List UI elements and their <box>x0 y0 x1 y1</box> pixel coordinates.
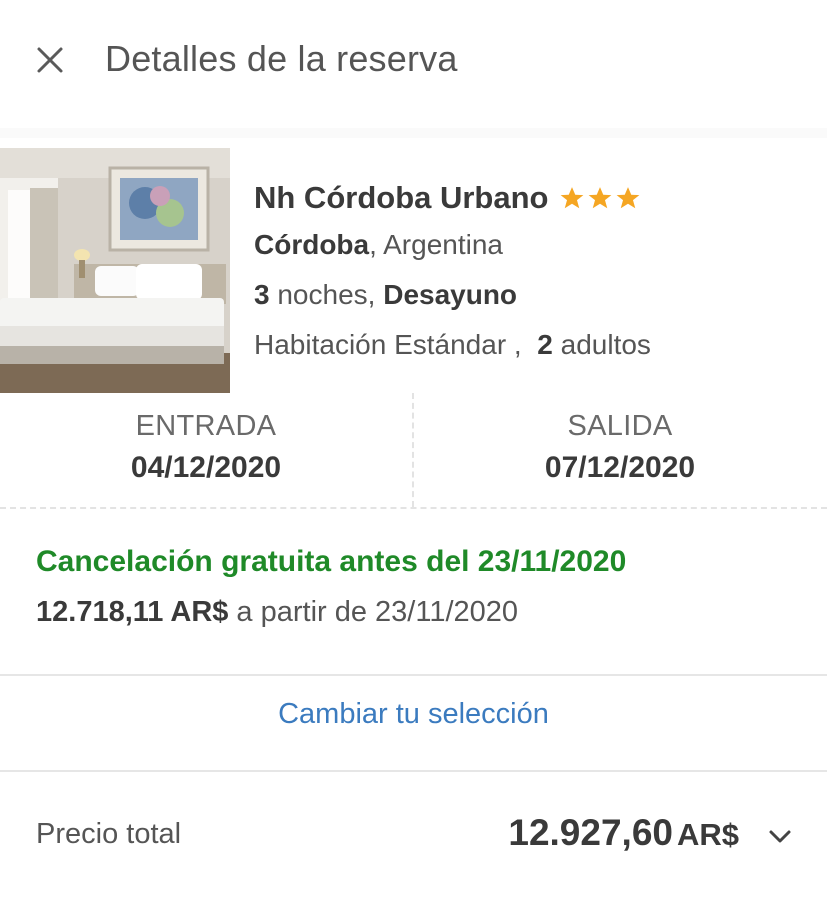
board-type: Desayuno <box>383 279 518 310</box>
stay-dates: ENTRADA 04/12/2020 SALIDA 07/12/2020 <box>0 393 827 509</box>
adults-label: adultos <box>560 329 651 360</box>
room-type: Habitación Estándar , <box>254 329 522 360</box>
hotel-name-row: Nh Córdoba Urbano <box>254 176 814 220</box>
total-price: 12.927,60 AR$ <box>508 812 739 854</box>
hotel-info: Nh Córdoba Urbano Córdoba, Argentina 3 n… <box>254 176 814 370</box>
checkout-label: SALIDA <box>567 410 673 442</box>
cancellation-policy: Cancelación gratuita antes del 23/11/202… <box>36 545 816 637</box>
page-title: Detalles de la reserva <box>105 38 458 79</box>
cancellation-fee: 12.718,11 AR$ a partir de 23/11/2020 <box>36 587 816 637</box>
nights-count: 3 <box>254 279 270 310</box>
header-divider <box>0 128 827 138</box>
close-icon <box>37 47 63 73</box>
hotel-location: Córdoba, Argentina <box>254 220 814 270</box>
total-amount: 12.927,60 <box>508 812 673 853</box>
expand-price-button[interactable] <box>760 822 800 852</box>
divider <box>0 770 827 772</box>
star-icon <box>588 187 611 209</box>
checkin-label: ENTRADA <box>135 410 277 442</box>
hotel-room-photo <box>0 148 230 393</box>
total-price-label: Precio total <box>36 818 182 850</box>
checkout-date: 07/12/2020 <box>544 451 696 484</box>
hotel-room: Habitación Estándar , 2 adultos <box>254 320 814 370</box>
change-selection-link[interactable]: Cambiar tu selección <box>0 698 827 731</box>
hotel-name: Nh Córdoba Urbano <box>254 180 549 215</box>
adults-count: 2 <box>537 329 553 360</box>
divider <box>0 674 827 676</box>
close-button[interactable] <box>30 40 70 80</box>
free-cancellation-text: Cancelación gratuita antes del 23/11/202… <box>36 545 627 578</box>
star-rating <box>559 185 641 211</box>
checkin-date: 04/12/2020 <box>130 451 282 484</box>
hotel-stay: 3 noches, Desayuno <box>254 270 814 320</box>
star-icon <box>560 187 583 209</box>
cancellation-fee-text: a partir de 23/11/2020 <box>236 595 519 628</box>
hotel-city: Córdoba <box>254 229 370 260</box>
nights-label: noches, <box>277 279 376 310</box>
checkin-block: ENTRADA 04/12/2020 <box>0 393 414 507</box>
chevron-down-icon <box>769 830 791 843</box>
cancellation-fee-amount: 12.718,11 AR$ <box>36 595 229 628</box>
app-header: Detalles de la reserva <box>0 0 827 120</box>
hotel-country: , Argentina <box>369 229 503 260</box>
checkout-block: SALIDA 07/12/2020 <box>413 393 827 507</box>
total-currency: AR$ <box>676 817 739 852</box>
star-icon <box>616 187 639 209</box>
